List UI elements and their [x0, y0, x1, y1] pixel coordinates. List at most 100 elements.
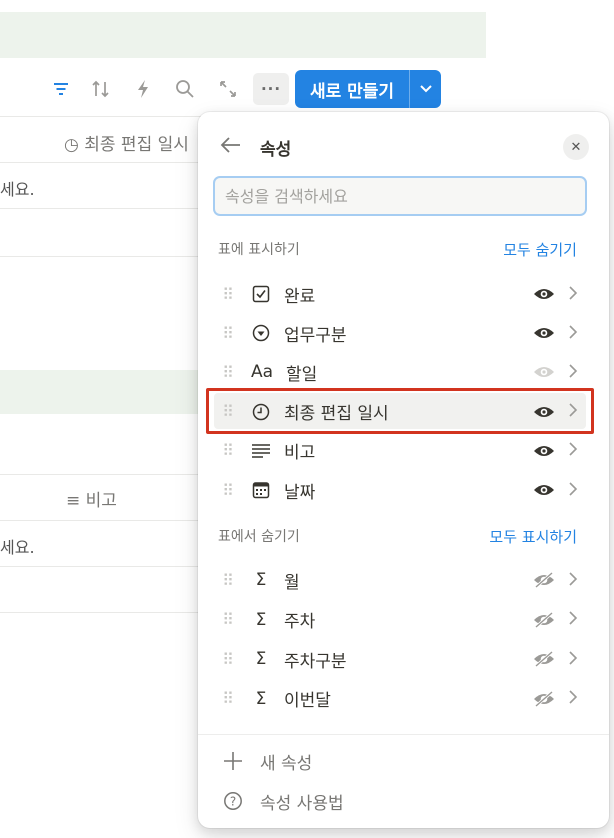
chevron-right-icon[interactable] [568, 610, 586, 629]
row-divider [0, 162, 220, 163]
plus-icon [220, 751, 246, 771]
property-row[interactable]: ⠿ 업무구분 [206, 314, 592, 352]
formula-icon: Σ [255, 570, 267, 590]
panel-title: 속성 [260, 139, 292, 160]
select-icon [246, 322, 276, 344]
automation-icon[interactable] [128, 74, 158, 104]
eye-off-icon[interactable] [532, 611, 556, 628]
drag-handle-icon[interactable]: ⠿ [206, 285, 236, 304]
chevron-right-icon[interactable] [568, 650, 586, 669]
formula-icon: Σ [255, 609, 267, 630]
chevron-right-icon[interactable] [568, 363, 586, 382]
property-name: 업무구분 [284, 325, 347, 346]
drag-handle-icon[interactable]: ⠿ [206, 441, 236, 460]
shown-section-header: 표에 표시하기 모두 숨기기 [218, 238, 577, 260]
more-icon[interactable]: ··· [253, 73, 289, 105]
chevron-right-icon[interactable] [568, 285, 586, 304]
row-divider [0, 256, 220, 257]
back-arrow-icon[interactable] [220, 135, 250, 159]
formula-icon: Σ [255, 688, 267, 709]
help-label: 속성 사용법 [260, 793, 344, 814]
column-header-last-edited[interactable]: ◷ 최종 편집 일시 [64, 130, 189, 155]
row-divider [0, 612, 220, 613]
table-cell[interactable]: 세요. [0, 534, 35, 558]
property-name: 주차구분 [284, 651, 347, 672]
eye-off-icon[interactable] [532, 572, 556, 588]
chevron-right-icon[interactable] [568, 571, 586, 590]
drag-handle-icon[interactable]: ⠿ [206, 571, 236, 590]
formula-icon: Σ [255, 649, 267, 669]
property-name: 완료 [284, 286, 316, 307]
property-row[interactable]: ⠿ 날짜 [206, 471, 592, 509]
text-type-icon: Aa [250, 362, 274, 383]
property-row[interactable]: ⠿ 비고 [206, 432, 592, 470]
chevron-right-icon[interactable] [568, 481, 586, 500]
eye-off-icon[interactable] [532, 651, 556, 667]
property-search-input[interactable] [213, 176, 587, 216]
new-property-button[interactable]: 새 속성 [220, 746, 312, 776]
lines-icon [246, 440, 276, 462]
row-divider [0, 208, 220, 209]
close-icon[interactable]: ✕ [563, 134, 589, 160]
hide-all-button[interactable]: 모두 숨기기 [503, 239, 577, 260]
property-name: 월 [284, 572, 300, 593]
drag-handle-icon[interactable]: ⠿ [206, 610, 236, 629]
new-button[interactable]: 새로 만들기 [295, 70, 441, 108]
eye-icon[interactable] [532, 326, 556, 340]
sort-icon[interactable] [86, 74, 116, 104]
chevron-down-icon[interactable] [410, 70, 441, 108]
property-row[interactable]: ⠿ 완료 [206, 275, 592, 313]
row-divider [0, 474, 220, 475]
drag-handle-icon[interactable]: ⠿ [206, 481, 236, 500]
table-cell[interactable]: 세요. [0, 176, 35, 200]
hidden-section-header: 표에서 숨기기 모두 표시하기 [218, 525, 577, 547]
row-divider [0, 566, 220, 567]
clock-icon: ◷ [64, 135, 79, 155]
eye-icon[interactable] [532, 444, 556, 458]
eye-icon[interactable] [532, 483, 556, 497]
filter-icon[interactable] [46, 74, 76, 104]
annotation-highlight-box [206, 388, 594, 434]
checkbox-icon [246, 283, 276, 305]
chevron-right-icon[interactable] [568, 441, 586, 460]
search-icon[interactable] [170, 74, 200, 104]
drag-handle-icon[interactable]: ⠿ [206, 363, 236, 382]
eye-icon[interactable] [532, 287, 556, 301]
row-divider [0, 520, 220, 521]
show-all-button[interactable]: 모두 표시하기 [489, 526, 577, 547]
shown-section-title: 표에 표시하기 [218, 242, 300, 258]
chevron-right-icon[interactable] [568, 689, 586, 708]
top-banner [0, 12, 486, 58]
eye-icon [532, 365, 556, 379]
lines-icon: ≡ [66, 491, 81, 511]
group-header-band [0, 370, 220, 414]
eye-off-icon[interactable] [532, 690, 556, 707]
property-name: 주차 [284, 612, 316, 632]
property-name: 이번달 [284, 691, 331, 711]
property-row[interactable]: ⠿ Aa 할일 [206, 353, 592, 391]
column-header-note[interactable]: ≡ 비고 [66, 486, 117, 511]
calendar-icon [246, 479, 276, 501]
svg-text:?: ? [230, 795, 236, 809]
properties-panel: 속성 ✕ 표에 표시하기 모두 숨기기 표에서 숨기기 모두 표시하기 새 속성… [198, 112, 609, 828]
drag-handle-icon[interactable]: ⠿ [206, 689, 236, 708]
property-name: 날짜 [284, 482, 316, 503]
property-help-link[interactable]: ? 속성 사용법 [220, 786, 344, 816]
property-name: 할일 [286, 364, 318, 385]
hidden-section-title: 표에서 숨기기 [218, 529, 300, 545]
property-row[interactable]: ⠿ Σ 월 [206, 561, 592, 599]
new-property-label: 새 속성 [260, 753, 313, 774]
property-row[interactable]: ⠿ Σ 주차구분 [206, 640, 592, 678]
drag-handle-icon[interactable]: ⠿ [206, 324, 236, 343]
new-button-label[interactable]: 새로 만들기 [295, 70, 409, 108]
property-row[interactable]: ⠿ Σ 이번달 [206, 680, 592, 718]
drag-handle-icon[interactable]: ⠿ [206, 650, 236, 669]
chevron-right-icon[interactable] [568, 324, 586, 343]
panel-header: 속성 ✕ [220, 132, 589, 162]
database-toolbar: ··· 새로 만들기 [0, 70, 614, 108]
expand-icon[interactable] [213, 74, 243, 104]
property-row[interactable]: ⠿ Σ 주차 [206, 601, 592, 639]
panel-divider [198, 734, 609, 735]
property-name: 비고 [284, 443, 316, 464]
row-divider [0, 116, 220, 117]
